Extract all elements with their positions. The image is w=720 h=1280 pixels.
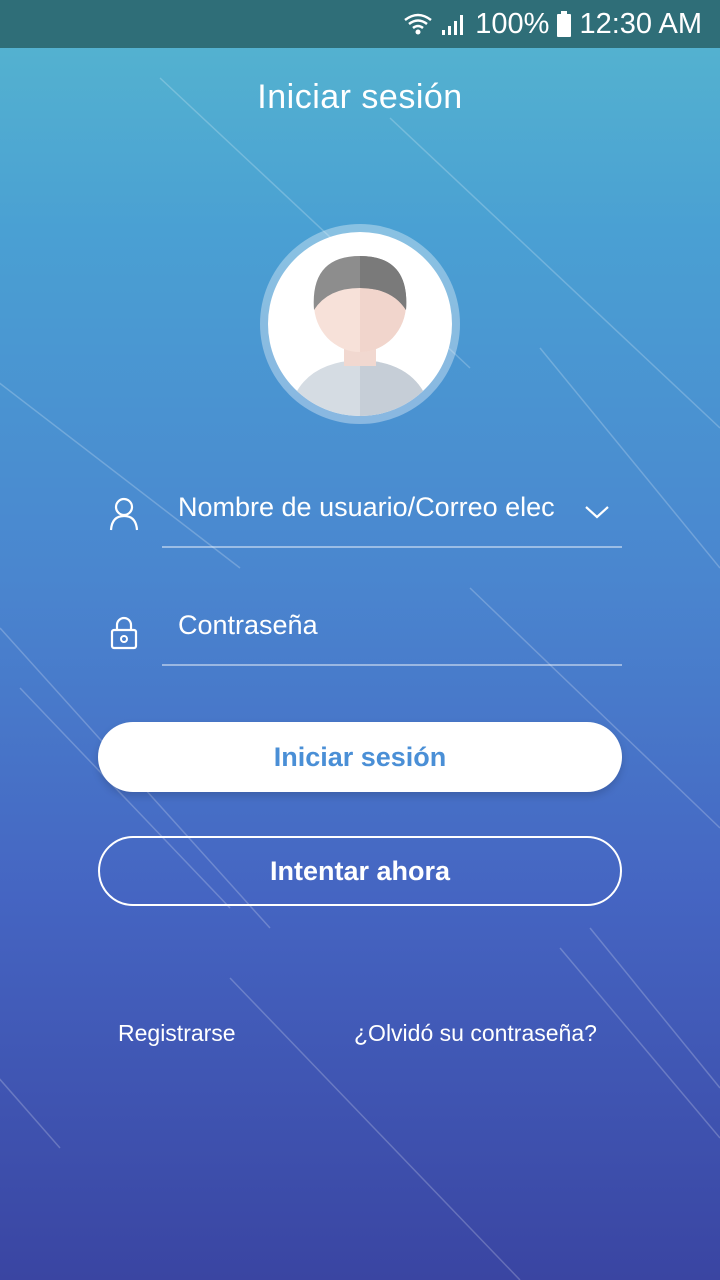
user-icon: [108, 496, 140, 532]
status-bar: 100% 12:30 AM: [0, 0, 720, 48]
register-link[interactable]: Registrarse: [118, 1020, 236, 1047]
try-now-button[interactable]: Intentar ahora: [98, 836, 622, 906]
username-underline: [162, 546, 622, 548]
password-input[interactable]: Contraseña: [178, 610, 568, 641]
login-button[interactable]: Iniciar sesión: [98, 722, 622, 792]
forgot-password-link[interactable]: ¿Olvidó su contraseña?: [354, 1020, 597, 1047]
username-input[interactable]: Nombre de usuario/Correo elec: [178, 492, 568, 523]
battery-icon: [557, 11, 572, 37]
wifi-icon: [403, 12, 433, 36]
chevron-down-icon[interactable]: [584, 504, 610, 520]
username-field[interactable]: Nombre de usuario/Correo elec: [98, 478, 622, 548]
password-field[interactable]: Contraseña: [98, 596, 622, 666]
status-time: 12:30 AM: [579, 7, 702, 40]
page-title: Iniciar sesión: [257, 78, 463, 116]
signal-icon: [441, 12, 467, 36]
battery-percent: 100%: [475, 7, 550, 40]
avatar[interactable]: [260, 224, 460, 424]
password-underline: [162, 664, 622, 666]
lock-icon: [108, 614, 140, 650]
person-icon: [288, 256, 432, 416]
